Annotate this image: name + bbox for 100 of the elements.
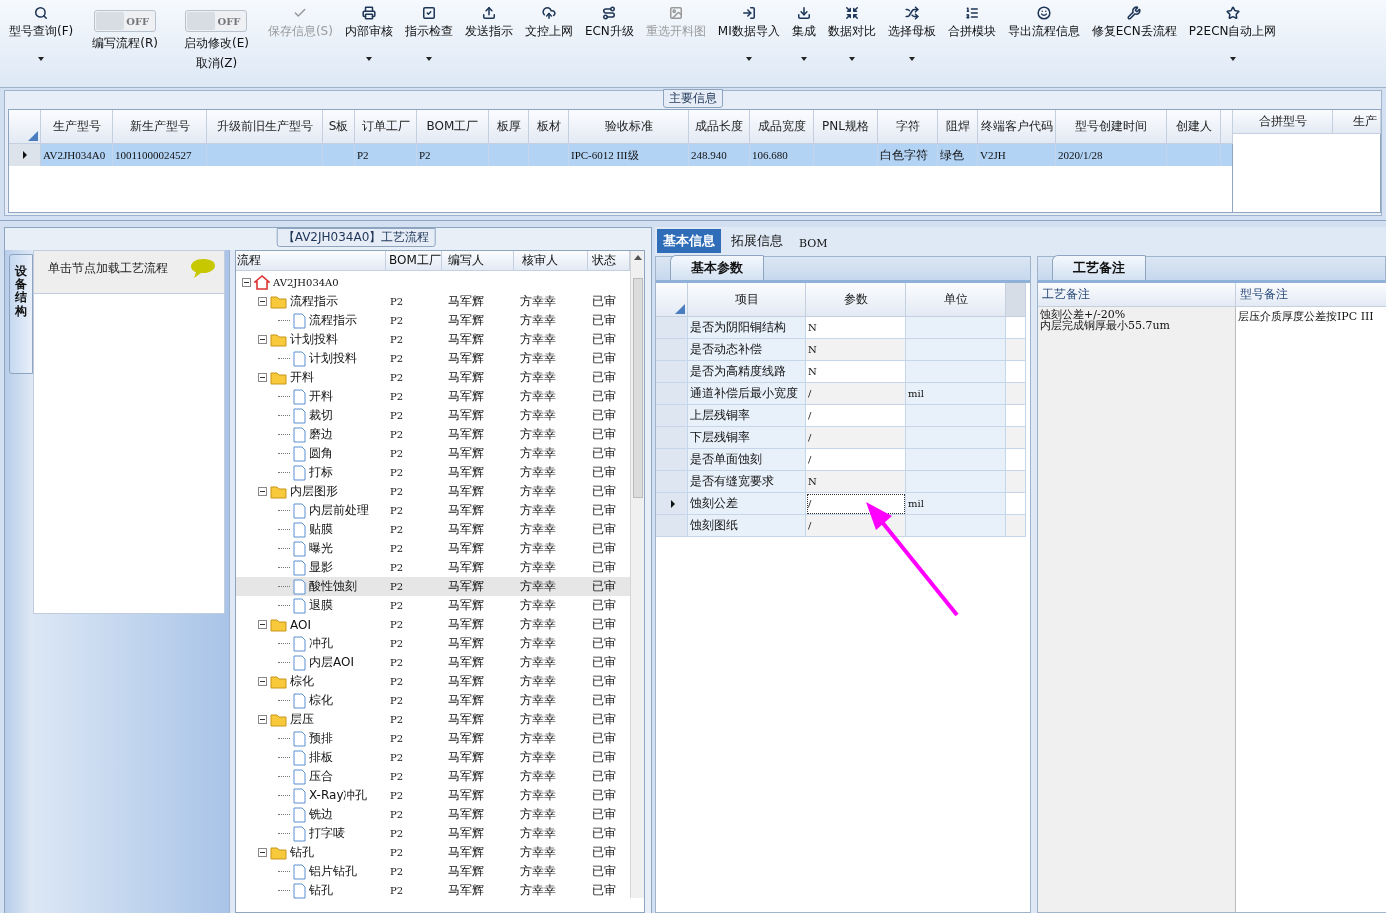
- toggle-switch[interactable]: OFF: [94, 10, 157, 32]
- column-header[interactable]: PNL规格: [814, 110, 878, 144]
- toolbar-button[interactable]: 指示检查: [399, 4, 458, 63]
- toolbar-button[interactable]: 导出流程信息: [1002, 4, 1085, 42]
- text-area[interactable]: 蚀刻公差+/-20% 内层完成铜厚最小55.7um: [1038, 307, 1236, 912]
- table-cell-text: 已审: [591, 426, 617, 443]
- text-area[interactable]: 层压介质厚度公差按IPC III: [1236, 307, 1386, 912]
- collapse-toggle-icon[interactable]: [258, 487, 267, 496]
- tab[interactable]: 拓展信息: [725, 229, 789, 253]
- column-header[interactable]: 成品宽度: [750, 110, 814, 144]
- column-header[interactable]: BOM工厂: [417, 110, 489, 144]
- table-cell-text: 方幸幸: [519, 540, 557, 557]
- collapse-toggle-icon[interactable]: [258, 335, 267, 344]
- row-header[interactable]: [656, 493, 688, 515]
- column-header[interactable]: 订单工厂: [355, 110, 417, 144]
- toolbar-button[interactable]: 数据对比: [822, 4, 881, 63]
- column-header[interactable]: 板材: [529, 110, 569, 144]
- tab[interactable]: 基本信息: [657, 229, 721, 253]
- toolbar-button[interactable]: ECN升级: [579, 4, 639, 42]
- table-row[interactable]: AV2JH034A0 10011000024527 P2 P2 IPC-6012 III级 248.940 106.680 白色字符 绿色 V2JH 2020/1/28: [9, 144, 1232, 166]
- tab[interactable]: 基本参数: [670, 255, 764, 280]
- list-panel[interactable]: [33, 294, 225, 614]
- table-cell-text: 已审: [591, 863, 617, 880]
- smiley-icon: [1036, 6, 1051, 20]
- column-header[interactable]: 参数: [806, 283, 906, 317]
- table-cell-text: P2: [389, 790, 405, 801]
- toolbar-button[interactable]: P2ECN自动上网: [1183, 4, 1282, 63]
- table-cell-text: 方幸幸: [519, 844, 557, 861]
- input-field[interactable]: /: [806, 383, 906, 405]
- input-field[interactable]: /: [806, 493, 906, 515]
- table-cell-text: 已审: [591, 350, 617, 367]
- table-cell-text: 方幸幸: [519, 654, 557, 671]
- document-icon: [293, 749, 306, 766]
- column-header[interactable]: 升级前旧生产型号: [207, 110, 323, 144]
- collapse-toggle-icon[interactable]: [242, 278, 251, 287]
- scrollbar[interactable]: [630, 251, 644, 898]
- input-field[interactable]: N: [806, 339, 906, 361]
- toolbar-button[interactable]: 选择母板: [882, 4, 941, 63]
- column-header[interactable]: 型号备注: [1236, 283, 1386, 307]
- column-header[interactable]: 单位: [906, 283, 1006, 317]
- input-field[interactable]: /: [806, 449, 906, 471]
- column-header[interactable]: 生产: [1333, 110, 1381, 134]
- tree-node-label: 显影: [309, 559, 333, 576]
- column-header[interactable]: 型号创建时间: [1056, 110, 1167, 144]
- column-header[interactable]: 状态: [588, 251, 630, 271]
- column-header[interactable]: 工艺备注: [1038, 283, 1236, 307]
- input-field[interactable]: N: [806, 471, 906, 493]
- collapse-toggle-icon[interactable]: [258, 677, 267, 686]
- column-header[interactable]: 核审人: [514, 251, 588, 271]
- row-filler: [1006, 361, 1026, 383]
- tree-row[interactable]: 酸性蚀刻 P2 马军辉 方幸幸 已审: [236, 577, 630, 596]
- table-cell-text: 马军辉: [447, 293, 485, 310]
- toolbar-button[interactable]: 型号查询(F): [4, 4, 79, 63]
- document-icon: [293, 654, 306, 671]
- collapse-toggle-icon[interactable]: [258, 620, 267, 629]
- collapse-toggle-icon[interactable]: [258, 373, 267, 382]
- column-header[interactable]: 终端客户代码: [978, 110, 1056, 144]
- table-cell: mil: [906, 383, 1006, 405]
- download-icon: [796, 6, 811, 20]
- column-header[interactable]: 项目: [688, 283, 806, 317]
- toolbar-button[interactable]: 修复ECN丢流程: [1086, 4, 1182, 42]
- toggle-switch[interactable]: OFF: [185, 10, 248, 32]
- table-cell: AV2JH034A0: [41, 144, 113, 166]
- column-header[interactable]: 新生产型号: [113, 110, 207, 144]
- table-cell-text: 已审: [591, 445, 617, 462]
- column-header[interactable]: 流程: [236, 251, 386, 271]
- toolbar-button[interactable]: 文控上网: [519, 4, 578, 42]
- tree-node-label: 铣边: [309, 806, 333, 823]
- column-header[interactable]: S板: [323, 110, 355, 144]
- table-cell-text: P2: [389, 714, 405, 725]
- column-header[interactable]: 阻焊: [938, 110, 978, 144]
- input-field[interactable]: /: [806, 427, 906, 449]
- column-header[interactable]: 板厚: [489, 110, 529, 144]
- column-header[interactable]: BOM工厂: [386, 251, 442, 271]
- input-field[interactable]: N: [806, 361, 906, 383]
- collapse-toggle-icon[interactable]: [258, 715, 267, 724]
- column-header[interactable]: 编写人: [442, 251, 514, 271]
- toolbar-button[interactable]: 发送指示: [459, 4, 518, 42]
- printer-icon: [361, 6, 376, 20]
- table-cell-text: 马军辉: [447, 464, 485, 481]
- toolbar-button[interactable]: 合拼模块: [942, 4, 1001, 42]
- column-header[interactable]: 生产型号: [41, 110, 113, 144]
- table-cell-text: 马军辉: [447, 711, 485, 728]
- toolbar-button[interactable]: 内部审核: [339, 4, 398, 63]
- list-icon: [964, 6, 979, 20]
- table-cell-text: 已审: [591, 483, 617, 500]
- input-field[interactable]: N: [806, 317, 906, 339]
- toolbar-button[interactable]: 集成: [786, 4, 821, 63]
- collapse-toggle-icon[interactable]: [258, 848, 267, 857]
- toolbar-button[interactable]: MI数据导入: [712, 4, 785, 63]
- tab[interactable]: BOM: [793, 234, 834, 253]
- column-header[interactable]: 字符: [878, 110, 938, 144]
- column-header[interactable]: 合拼型号: [1233, 110, 1333, 134]
- input-field[interactable]: /: [806, 405, 906, 427]
- column-header[interactable]: 验收标准: [569, 110, 689, 144]
- tab[interactable]: 工艺备注: [1052, 255, 1146, 280]
- side-tab[interactable]: 设备结构: [9, 254, 33, 374]
- collapse-toggle-icon[interactable]: [258, 297, 267, 306]
- column-header[interactable]: 创建人: [1167, 110, 1221, 144]
- column-header[interactable]: 成品长度: [689, 110, 750, 144]
